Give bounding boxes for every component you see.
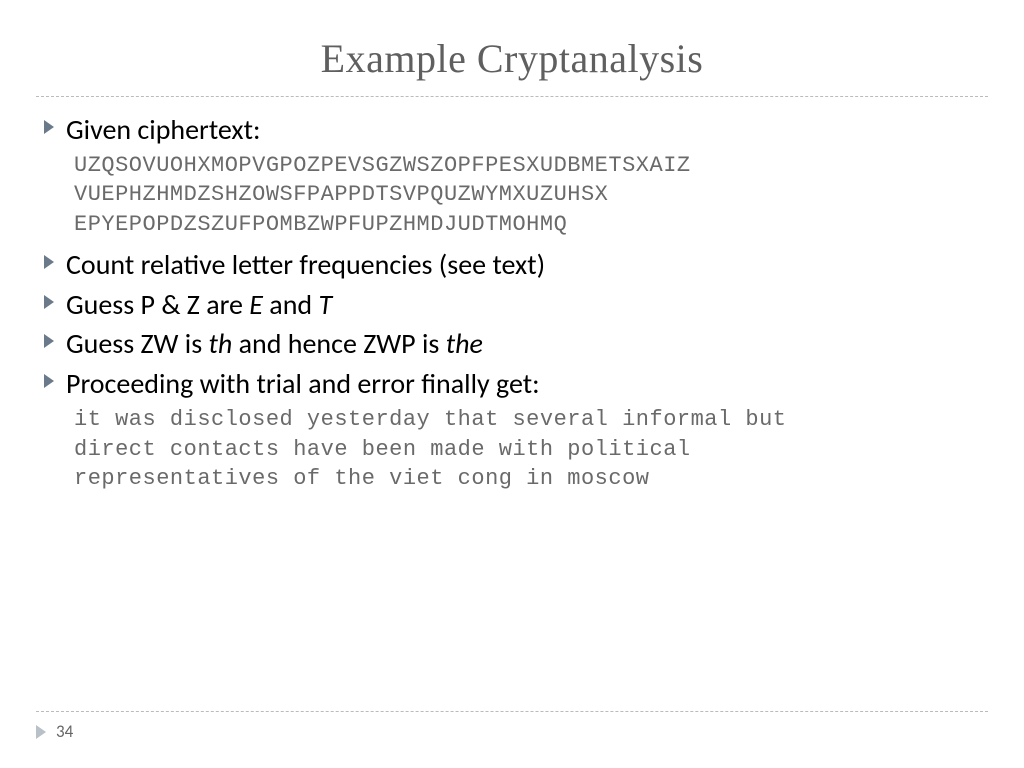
chevron-right-icon [36,725,48,739]
slide-title: Example Cryptanalysis [36,35,988,82]
slide-body: Given ciphertext: UZQSOVUOHXMOPVGPOZPEVS… [36,111,988,494]
bullet-item: Guess ZW is th and hence ZWP is the [44,325,988,363]
italic-text: the [446,326,483,361]
chevron-right-icon [44,374,66,388]
cipher-line: UZQSOVUOHXMOPVGPOZPEVSGZWSZOPFPESXUDBMET… [74,151,988,181]
plain-line: direct contacts have been made with poli… [74,435,988,465]
cipher-line: EPYEPOPDZSZUFPOMBZWPFUPZHMDJUDTMOHMQ [74,210,988,240]
text-run: Guess P & Z are [66,287,249,322]
text-run: and hence ZWP is [232,326,445,361]
bullet-item: Given ciphertext: [44,111,988,149]
plain-line: it was disclosed yesterday that several … [74,405,988,435]
slide: Example Cryptanalysis Given ciphertext: … [0,0,1024,768]
footer: 34 [36,721,73,742]
cipher-line: VUEPHZHMDZSHZOWSFPAPPDTSVPQUZWYMXUZUHSX [74,180,988,210]
chevron-right-icon [44,120,66,134]
chevron-right-icon [44,334,66,348]
page-number: 34 [56,721,73,742]
chevron-right-icon [44,295,66,309]
text-run: Guess ZW is [66,326,209,361]
bullet-text: Count relative letter frequencies (see t… [66,246,545,284]
plaintext-block: it was disclosed yesterday that several … [74,405,988,494]
bullet-text: Guess P & Z are E and T [66,286,332,324]
italic-text: th [209,326,233,361]
divider-bottom [36,711,988,712]
divider-top [36,96,988,97]
italic-text: T [318,287,332,322]
italic-text: E [249,287,263,322]
bullet-item: Proceeding with trial and error finally … [44,365,988,403]
bullet-item: Guess P & Z are E and T [44,286,988,324]
text-run: and [263,287,319,322]
bullet-text: Given ciphertext: [66,111,260,149]
bullet-item: Count relative letter frequencies (see t… [44,246,988,284]
bullet-text: Guess ZW is th and hence ZWP is the [66,325,483,363]
ciphertext-block: UZQSOVUOHXMOPVGPOZPEVSGZWSZOPFPESXUDBMET… [74,151,988,240]
chevron-right-icon [44,255,66,269]
plain-line: representatives of the viet cong in mosc… [74,464,988,494]
bullet-text: Proceeding with trial and error finally … [66,365,540,403]
